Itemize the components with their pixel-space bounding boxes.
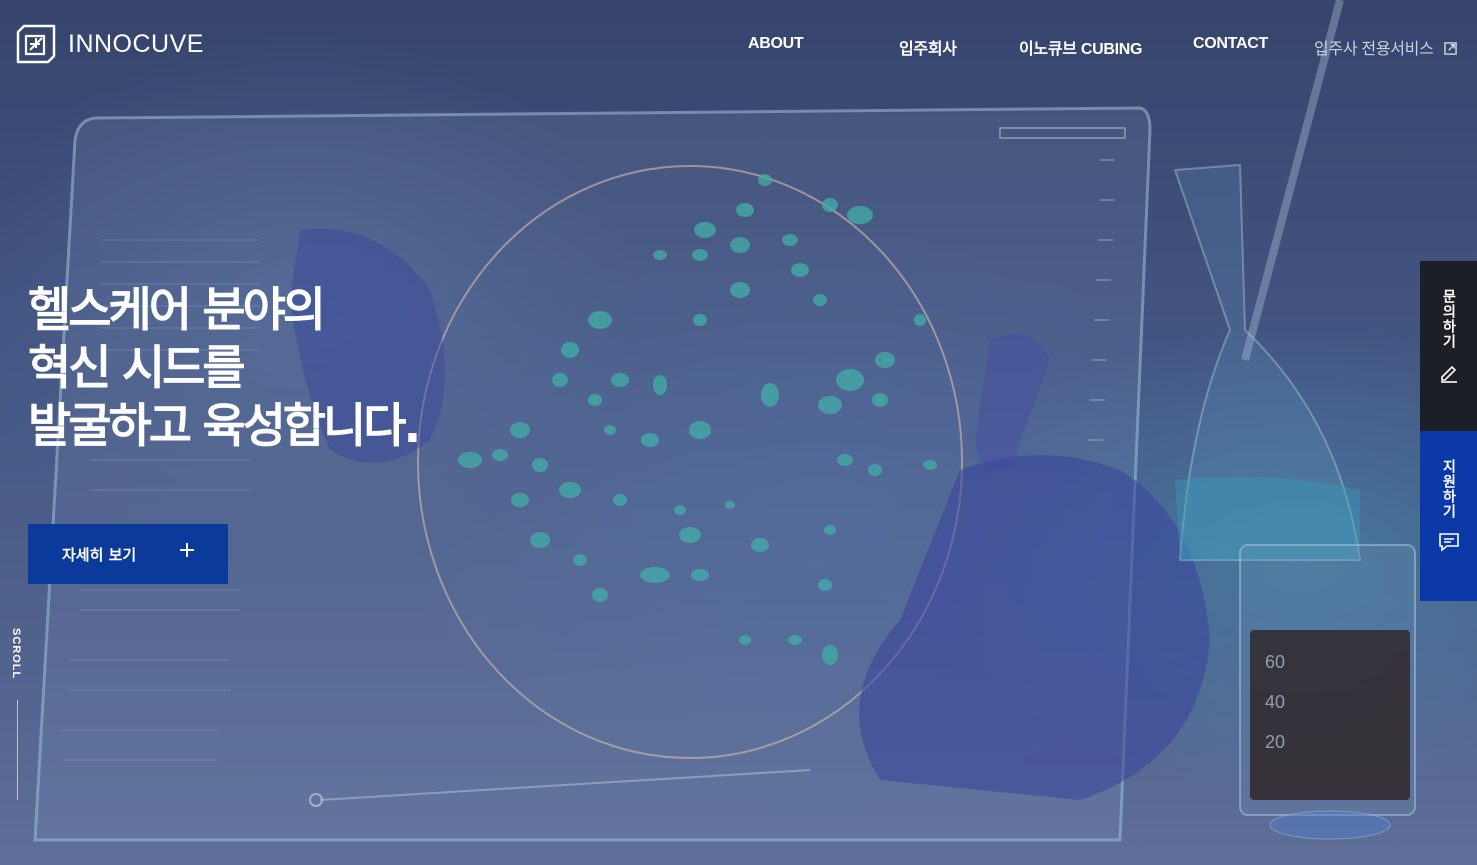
external-link-icon bbox=[1443, 42, 1457, 55]
view-more-button[interactable]: 자세히 보기 bbox=[28, 524, 228, 584]
inquiry-tab-label: 문의하기 bbox=[1440, 289, 1457, 349]
hero-headline-line-3: 발굴하고 육성합니다. bbox=[28, 399, 421, 454]
nav-item-tenant-service-label: 입주사 전용서비스 bbox=[1314, 41, 1434, 58]
nav-item-tenant-service[interactable]: 입주사 전용서비스 bbox=[1314, 35, 1457, 59]
scroll-line bbox=[17, 700, 18, 800]
nav-item-cubing[interactable]: 이노큐브 CUBING bbox=[1019, 35, 1142, 59]
scroll-indicator: SCROLL bbox=[10, 628, 22, 680]
pencil-icon bbox=[1440, 365, 1457, 383]
main-nav: ABOUT 입주회사 이노큐브 CUBING CONTACT 입주사 전용서비스 bbox=[0, 35, 1477, 59]
nav-item-contact[interactable]: CONTACT bbox=[1193, 35, 1268, 53]
view-more-label: 자세히 보기 bbox=[62, 545, 137, 564]
site-header: INNOCUVE ABOUT 입주회사 이노큐브 CUBING CONTACT … bbox=[0, 0, 1477, 90]
nav-item-tenants[interactable]: 입주회사 bbox=[899, 35, 957, 59]
chat-icon bbox=[1438, 533, 1459, 552]
hero-headline: 헬스케어 분야의 혁신 시드를 발굴하고 육성합니다. bbox=[28, 282, 628, 456]
plus-icon bbox=[180, 543, 194, 557]
hero-headline-line-1: 헬스케어 분야의 bbox=[28, 283, 326, 338]
nav-item-about[interactable]: ABOUT bbox=[748, 35, 804, 53]
apply-tab[interactable]: 지원하기 bbox=[1420, 431, 1477, 601]
inquiry-tab[interactable]: 문의하기 bbox=[1420, 261, 1477, 431]
hero-headline-line-2: 혁신 시드를 bbox=[28, 341, 246, 396]
apply-tab-label: 지원하기 bbox=[1440, 459, 1457, 519]
